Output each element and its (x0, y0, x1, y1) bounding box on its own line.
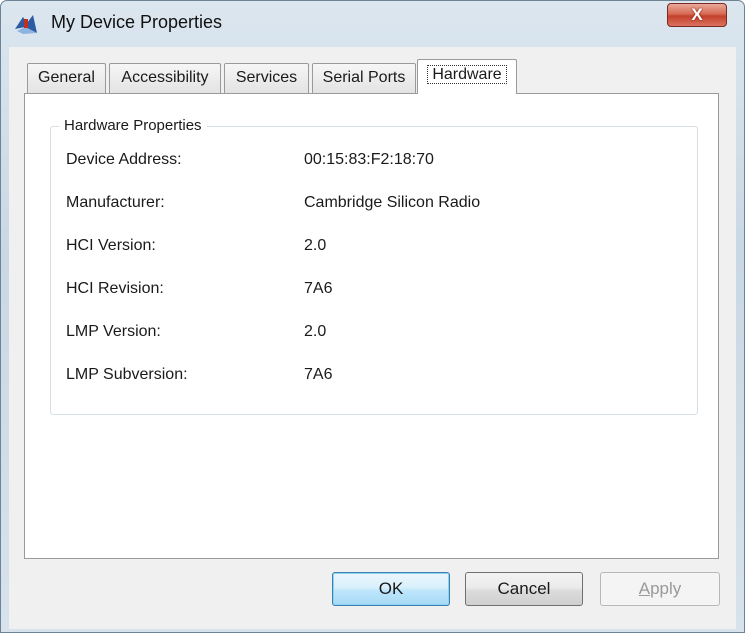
tab-serial-ports[interactable]: Serial Ports (312, 63, 416, 93)
lmp-subversion-label: LMP Subversion: (66, 366, 188, 383)
properties-window: My Device Properties X General Accessibi… (0, 0, 745, 633)
group-title: Hardware Properties (59, 117, 207, 134)
close-icon: X (691, 5, 703, 24)
device-address-value: 00:15:83:F2:18:70 (304, 151, 434, 168)
ok-button[interactable]: OK (332, 572, 450, 606)
manufacturer-label: Manufacturer: (66, 194, 165, 211)
apply-button[interactable]: Apply (600, 572, 720, 606)
hci-revision-label: HCI Revision: (66, 280, 164, 297)
bluetooth-device-icon (15, 15, 37, 34)
dialog-client-area: General Accessibility Services Serial Po… (9, 47, 736, 629)
lmp-version-label: LMP Version: (66, 323, 161, 340)
hci-revision-value: 7A6 (304, 280, 333, 297)
close-button[interactable]: X (667, 3, 727, 27)
hci-version-value: 2.0 (304, 237, 327, 254)
lmp-version-value: 2.0 (304, 323, 327, 340)
tab-services[interactable]: Services (224, 63, 309, 93)
tab-hardware[interactable]: Hardware (417, 59, 517, 94)
tab-accessibility[interactable]: Accessibility (109, 63, 221, 93)
hardware-tab-panel: Hardware Properties Device Address: 00:1… (24, 93, 719, 559)
device-address-label: Device Address: (66, 151, 182, 168)
title-bar[interactable]: My Device Properties X (1, 1, 744, 47)
window-title: My Device Properties (51, 12, 223, 32)
hci-version-label: HCI Version: (66, 237, 156, 254)
cancel-button[interactable]: Cancel (465, 572, 583, 606)
lmp-subversion-value: 7A6 (304, 366, 333, 383)
tab-general[interactable]: General (27, 63, 106, 93)
manufacturer-value: Cambridge Silicon Radio (304, 194, 481, 211)
